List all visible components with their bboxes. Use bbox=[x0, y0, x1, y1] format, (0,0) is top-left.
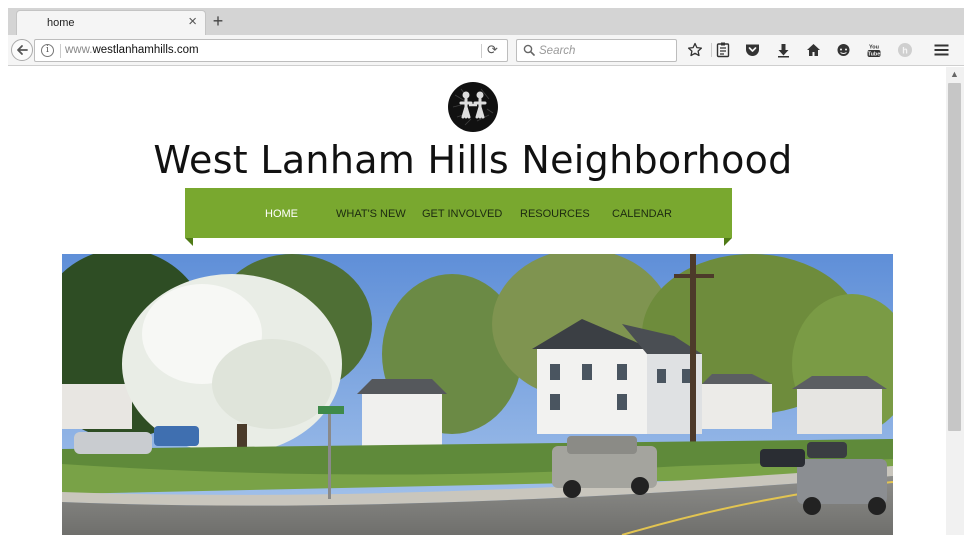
search-bar[interactable]: Search bbox=[516, 39, 677, 62]
menu-item-resources[interactable]: RESOURCES bbox=[520, 208, 590, 220]
star-icon[interactable] bbox=[686, 41, 704, 59]
url-bar[interactable]: i www.westlanhamhills.com ⟳ bbox=[34, 39, 508, 62]
menu-item-get-involved[interactable]: GET INVOLVED bbox=[422, 208, 502, 220]
site-logo[interactable] bbox=[447, 81, 499, 133]
menu-ribbon-fold-left bbox=[185, 238, 193, 246]
tab-home[interactable]: home × bbox=[16, 10, 206, 35]
url-text[interactable]: www.westlanhamhills.com bbox=[65, 44, 199, 56]
page-scrollbar[interactable]: ▲ bbox=[946, 67, 964, 535]
menu-item-calendar[interactable]: CALENDAR bbox=[612, 208, 672, 220]
svg-text:You: You bbox=[869, 45, 879, 51]
back-button[interactable] bbox=[11, 39, 33, 61]
chat-icon[interactable] bbox=[834, 41, 852, 59]
menu-item-whats-new[interactable]: WHAT'S NEW bbox=[336, 208, 406, 220]
reading-list-icon[interactable] bbox=[714, 41, 732, 59]
svg-text:Tube: Tube bbox=[868, 52, 881, 58]
navigation-toolbar: i www.westlanhamhills.com ⟳ Search You Tu… bbox=[8, 35, 964, 66]
url-separator bbox=[60, 44, 61, 58]
scroll-thumb[interactable] bbox=[948, 83, 961, 431]
new-tab-button[interactable]: + bbox=[206, 10, 230, 34]
menu-item-home[interactable]: HOME bbox=[265, 208, 298, 220]
hero-neighborhood-photo bbox=[62, 254, 893, 535]
url-divider bbox=[481, 44, 482, 58]
menu-icon[interactable] bbox=[932, 41, 950, 59]
scroll-up-icon[interactable]: ▲ bbox=[950, 69, 959, 79]
reload-icon[interactable]: ⟳ bbox=[487, 42, 498, 58]
toolbar-separator bbox=[711, 43, 712, 57]
extension-icon[interactable]: h bbox=[896, 41, 914, 59]
info-icon[interactable]: i bbox=[41, 44, 54, 57]
svg-text:h: h bbox=[902, 46, 908, 56]
site-title: West Lanham Hills Neighborhood bbox=[153, 138, 793, 182]
pocket-icon[interactable] bbox=[743, 41, 761, 59]
menu-ribbon-fold-right bbox=[724, 238, 732, 246]
tab-strip: home × + bbox=[8, 8, 964, 35]
tab-title: home bbox=[47, 17, 75, 29]
home-icon[interactable] bbox=[804, 41, 822, 59]
close-tab-icon[interactable]: × bbox=[188, 14, 197, 30]
youtube-icon[interactable]: You Tube bbox=[865, 41, 883, 59]
back-arrow-icon bbox=[17, 45, 28, 55]
search-input[interactable]: Search bbox=[539, 45, 575, 57]
download-icon[interactable] bbox=[774, 41, 792, 59]
search-icon bbox=[523, 44, 535, 56]
